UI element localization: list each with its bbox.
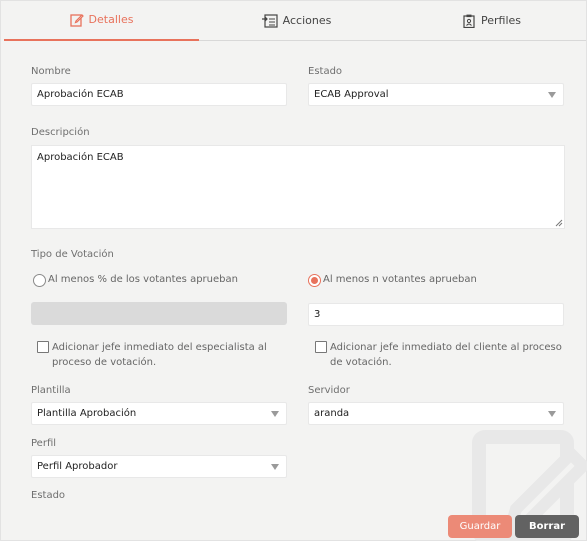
tipo-votacion-label: Tipo de Votación <box>31 249 114 260</box>
edit-icon <box>69 14 84 27</box>
delete-button[interactable]: Borrar <box>515 515 579 538</box>
servidor-select[interactable]: aranda <box>308 402 564 425</box>
chevron-down-icon <box>548 411 556 417</box>
tab-acciones[interactable]: Acciones <box>199 1 394 41</box>
resize-handle-icon[interactable] <box>555 219 563 227</box>
nombre-value: Aprobación ECAB <box>37 89 124 100</box>
descripcion-label: Descripción <box>31 127 90 138</box>
radio-percent-label: Al menos % de los votantes aprueban <box>48 274 238 285</box>
descripcion-value: Aprobación ECAB <box>37 152 124 163</box>
estado-bottom-label: Estado <box>31 490 66 501</box>
list-icon <box>261 14 278 28</box>
n-votantes-input[interactable]: 3 <box>308 303 564 326</box>
tab-label: Detalles <box>88 13 134 26</box>
tab-perfiles[interactable]: Perfiles <box>394 1 587 41</box>
radio-n-label: Al menos n votantes aprueban <box>323 274 477 285</box>
perfil-select[interactable]: Perfil Aprobador <box>31 455 287 478</box>
tab-bar: Detalles Acciones Perfiles <box>4 1 586 41</box>
servidor-label: Servidor <box>308 385 350 396</box>
tab-label: Perfiles <box>480 14 521 27</box>
chevron-down-icon <box>548 92 556 98</box>
clipboard-user-icon <box>463 14 475 28</box>
save-button[interactable]: Guardar <box>448 515 512 538</box>
estado-label: Estado <box>308 66 343 77</box>
perfil-label: Perfil <box>31 438 57 449</box>
percent-input-disabled <box>31 302 287 325</box>
servidor-value: aranda <box>314 408 350 419</box>
checkbox-jefe-especialista[interactable] <box>37 341 49 353</box>
checkbox-jefe-cliente[interactable] <box>315 341 327 353</box>
perfil-value: Perfil Aprobador <box>37 461 118 472</box>
radio-percent[interactable] <box>33 274 46 287</box>
checkbox-jefe-especialista-label: Adicionar jefe inmediato del especialist… <box>52 342 267 368</box>
tab-detalles[interactable]: Detalles <box>4 1 199 41</box>
chevron-down-icon <box>271 464 279 470</box>
radio-n-votantes[interactable] <box>308 274 321 287</box>
plantilla-value: Plantilla Aprobación <box>37 408 137 419</box>
chevron-down-icon <box>271 411 279 417</box>
n-votantes-value: 3 <box>314 309 321 320</box>
checkbox-jefe-cliente-label: Adicionar jefe inmediato del cliente al … <box>330 342 562 368</box>
details-panel: Detalles Acciones Perfiles Nombre Aproba… <box>0 0 587 541</box>
descripcion-textarea[interactable]: Aprobación ECAB <box>31 145 565 229</box>
estado-value: ECAB Approval <box>314 89 389 100</box>
tab-label: Acciones <box>282 14 332 27</box>
estado-select[interactable]: ECAB Approval <box>308 83 564 106</box>
plantilla-select[interactable]: Plantilla Aprobación <box>31 402 287 425</box>
nombre-label: Nombre <box>31 66 71 77</box>
plantilla-label: Plantilla <box>31 385 71 396</box>
nombre-field[interactable]: Aprobación ECAB <box>31 83 287 106</box>
